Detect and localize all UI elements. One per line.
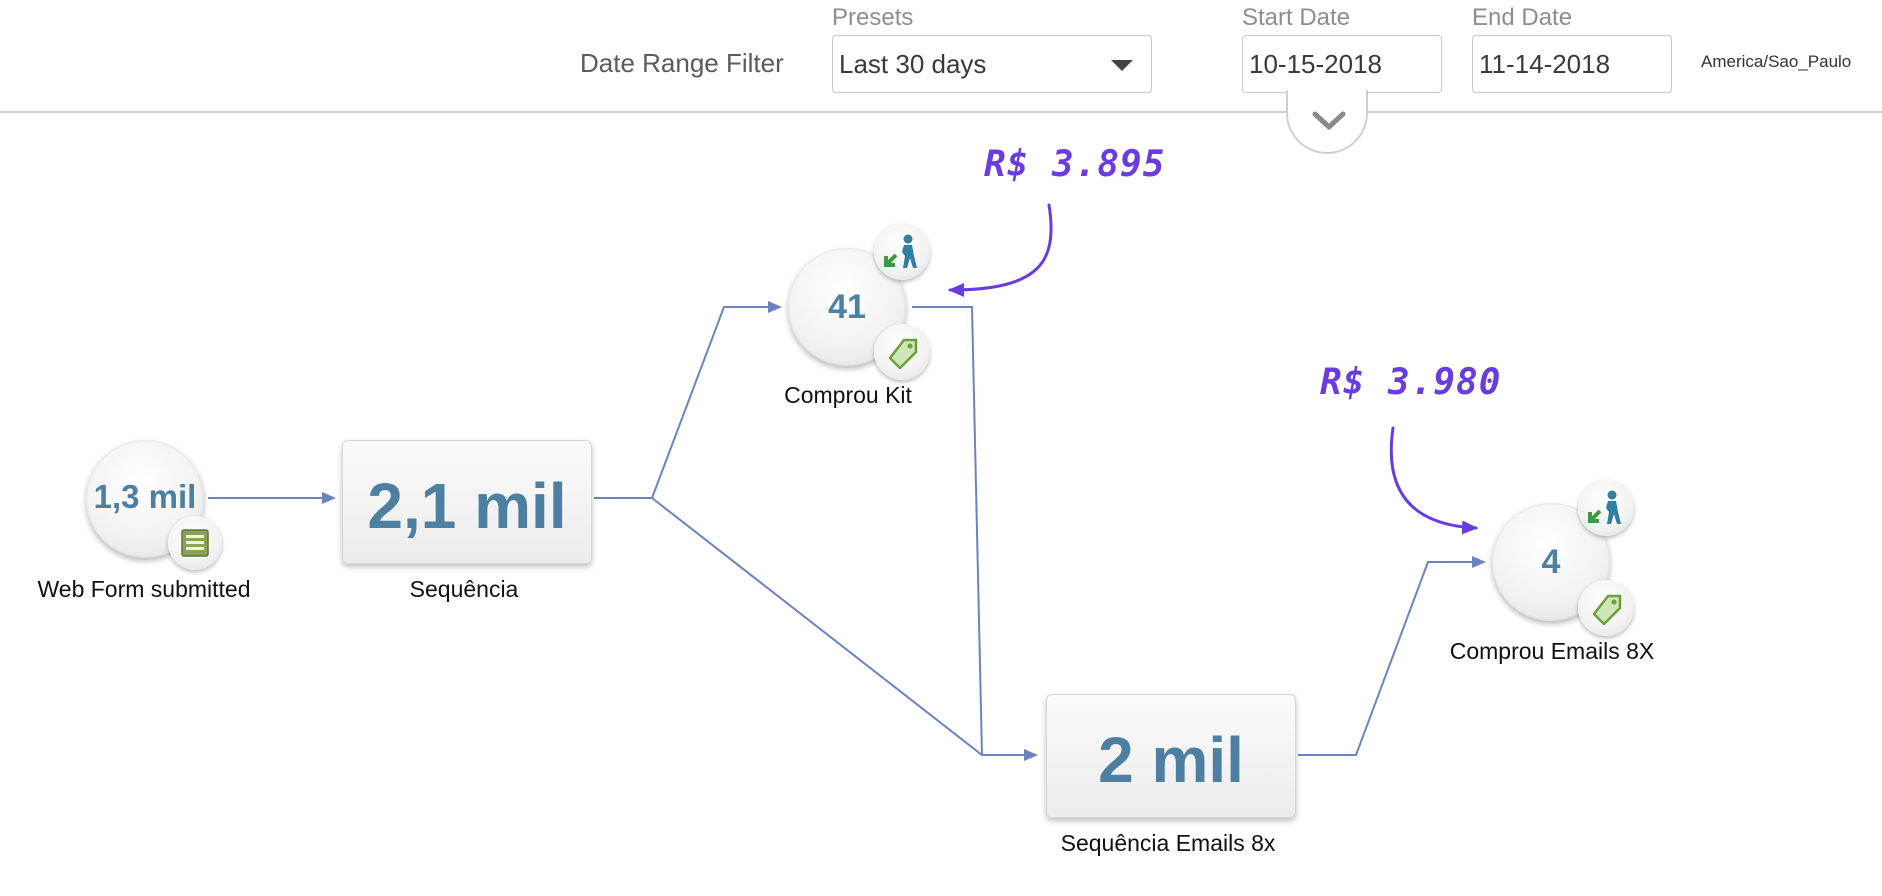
comprou-emails-goal-badge <box>1578 480 1634 536</box>
comprou-emails-label: Comprou Emails 8X <box>1449 638 1655 664</box>
annotation-arrow-kit <box>948 203 1053 297</box>
comprou-emails-tag-badge <box>1578 580 1634 636</box>
comprou-kit-count: 41 <box>828 288 866 326</box>
comprou-kit-goal-badge <box>874 224 930 280</box>
connector-comprou-kit-to-sequencia-emails <box>912 306 983 756</box>
web-form-count: 1,3 mil <box>93 478 197 515</box>
flow-connectors <box>208 203 1486 761</box>
sequencia-node[interactable]: 2,1 mil <box>342 440 592 564</box>
emails-revenue-annotation: R$ 3.980 <box>1320 362 1502 403</box>
web-form-badge <box>168 516 222 570</box>
sequencia-emails-count: 2 mil <box>1098 724 1244 796</box>
tag-icon <box>888 338 918 370</box>
tag-icon <box>1592 594 1622 626</box>
form-icon <box>181 529 209 557</box>
sequencia-emails-node[interactable]: 2 mil <box>1046 694 1296 818</box>
connector-sequencia-to-comprou-kit <box>594 301 782 499</box>
comprou-emails-count: 4 <box>1541 543 1561 581</box>
goal-person-icon <box>1588 490 1621 524</box>
sequencia-count: 2,1 mil <box>367 470 567 542</box>
comprou-kit-label: Comprou Kit <box>784 382 912 408</box>
sequencia-emails-label: Sequência Emails 8x <box>1060 830 1276 856</box>
goal-person-icon <box>884 234 917 268</box>
kit-revenue-annotation: R$ 3.895 <box>984 144 1166 185</box>
comprou-kit-tag-badge <box>874 324 930 380</box>
web-form-label: Web Form submitted <box>37 576 251 602</box>
annotation-arrow-emails <box>1389 426 1478 535</box>
sequencia-label: Sequência <box>409 576 519 602</box>
